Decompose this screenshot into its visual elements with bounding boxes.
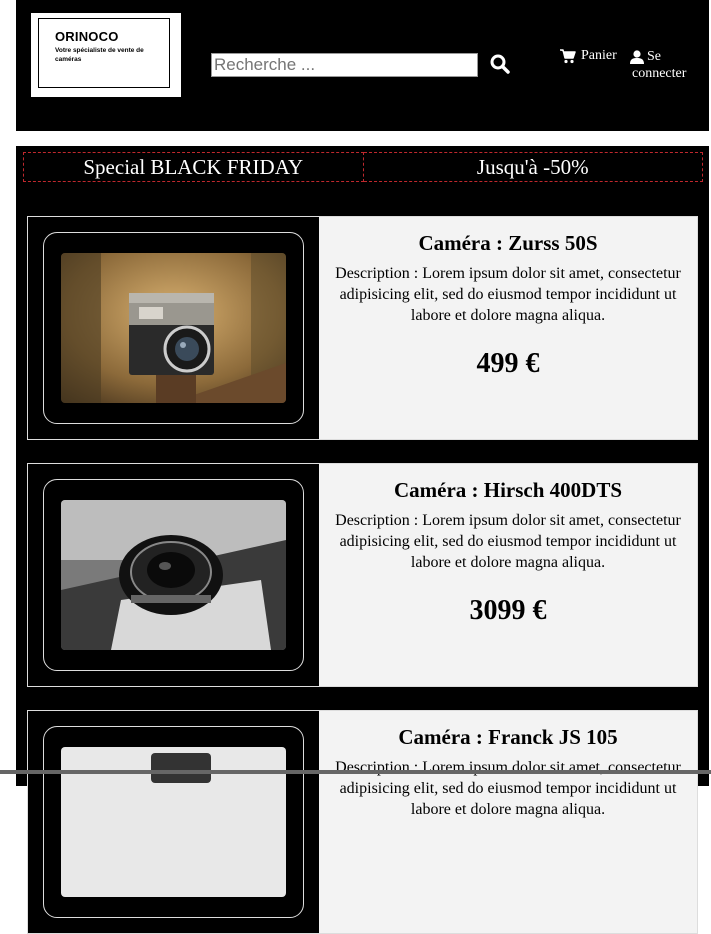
product-image-frame bbox=[43, 232, 304, 424]
product-image-frame bbox=[43, 726, 304, 918]
product-photo[interactable] bbox=[61, 253, 286, 403]
logo-frame: ORINOCO Votre spécialiste de vente de ca… bbox=[38, 18, 170, 88]
user-icon bbox=[630, 49, 644, 64]
product-title[interactable]: Caméra : Franck JS 105 bbox=[319, 725, 697, 750]
product-info: Caméra : Hirsch 400DTS Description : Lor… bbox=[319, 464, 697, 686]
product-image-frame bbox=[43, 479, 304, 671]
product-info: Caméra : Franck JS 105 Description : Lor… bbox=[319, 711, 697, 933]
horizontal-scrollbar[interactable] bbox=[0, 770, 711, 774]
product-image-wrap bbox=[28, 217, 319, 439]
login-label-line2: connecter bbox=[632, 66, 687, 81]
product-card[interactable]: Caméra : Zurss 50S Description : Lorem i… bbox=[27, 216, 698, 440]
cart-label: Panier bbox=[581, 48, 617, 63]
search-button[interactable] bbox=[488, 52, 512, 76]
product-description: Description : Lorem ipsum dolor sit amet… bbox=[335, 759, 681, 818]
search-input[interactable] bbox=[211, 53, 478, 77]
login-link[interactable]: Se connecter bbox=[630, 48, 686, 82]
banner-left: Special BLACK FRIDAY bbox=[23, 152, 364, 182]
product-price: 3099 € bbox=[469, 595, 547, 626]
product-price: 499 € bbox=[476, 348, 540, 379]
cart-icon bbox=[560, 48, 576, 63]
product-title[interactable]: Caméra : Hirsch 400DTS bbox=[319, 478, 697, 503]
product-description: Description : Lorem ipsum dolor sit amet… bbox=[335, 265, 681, 324]
product-photo[interactable] bbox=[61, 500, 286, 650]
cart-link[interactable]: Panier bbox=[560, 48, 617, 64]
product-card[interactable]: Caméra : Hirsch 400DTS Description : Lor… bbox=[27, 463, 698, 687]
main-content: Special BLACK FRIDAY Jusqu'à -50% Caméra… bbox=[16, 146, 709, 934]
product-title[interactable]: Caméra : Zurss 50S bbox=[319, 231, 697, 256]
login-label-line1: Se bbox=[647, 49, 661, 64]
search-icon bbox=[490, 54, 510, 74]
product-image-wrap bbox=[28, 464, 319, 686]
product-description: Description : Lorem ipsum dolor sit amet… bbox=[335, 512, 681, 571]
product-image-wrap bbox=[28, 711, 319, 933]
site-header: ORINOCO Votre spécialiste de vente de ca… bbox=[16, 0, 709, 131]
logo-title: ORINOCO bbox=[55, 29, 119, 44]
product-card[interactable]: Caméra : Franck JS 105 Description : Lor… bbox=[27, 710, 698, 934]
banner-right: Jusqu'à -50% bbox=[363, 152, 703, 182]
product-info: Caméra : Zurss 50S Description : Lorem i… bbox=[319, 217, 697, 439]
logo-subtitle: Votre spécialiste de vente de caméras bbox=[55, 47, 144, 63]
logo[interactable]: ORINOCO Votre spécialiste de vente de ca… bbox=[31, 13, 181, 97]
promo-banner: Special BLACK FRIDAY Jusqu'à -50% bbox=[23, 152, 703, 182]
